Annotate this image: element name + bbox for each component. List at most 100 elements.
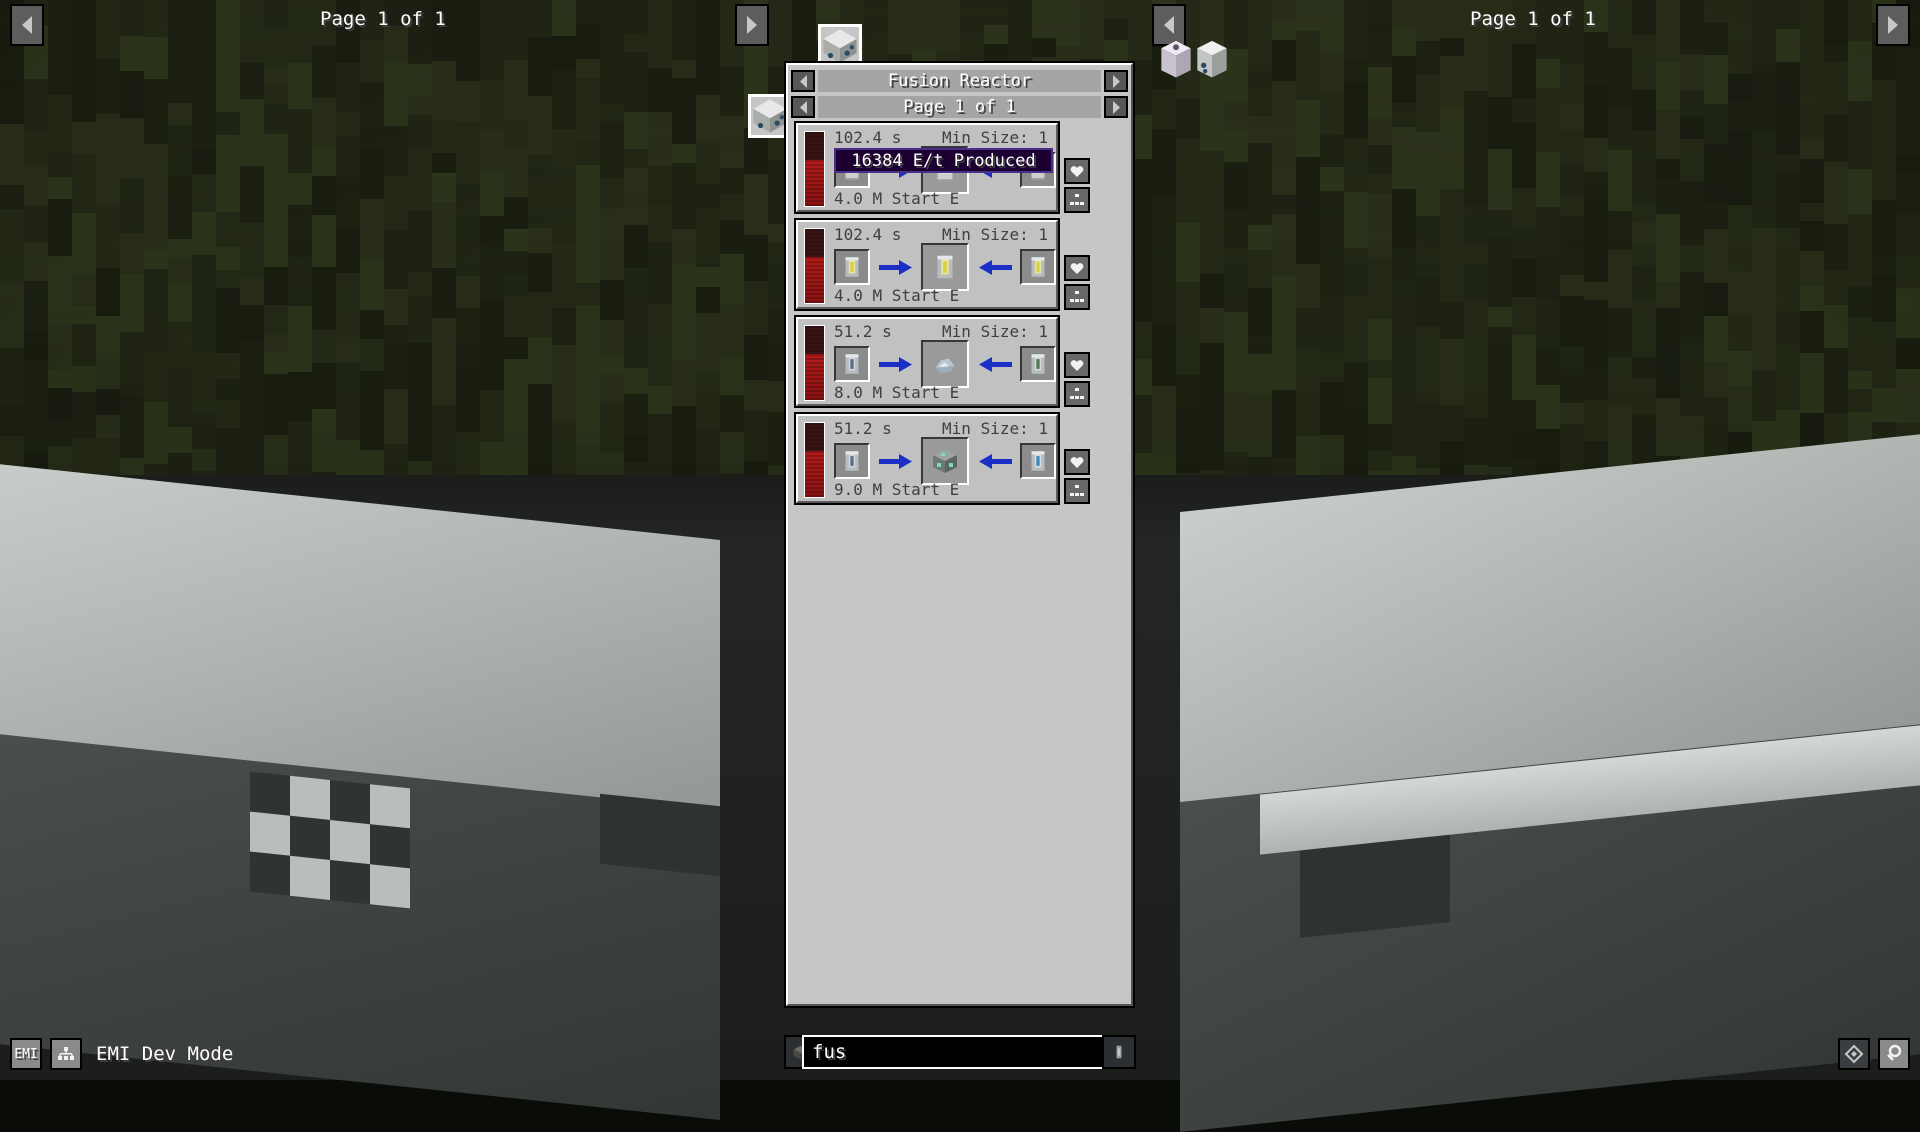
recipe-slot-row xyxy=(834,248,1056,286)
arrow-left-icon xyxy=(978,259,1012,275)
energy-bar xyxy=(804,422,825,498)
diamond-filter-button[interactable] xyxy=(1838,1038,1870,1070)
emi-button[interactable]: EMI xyxy=(10,1038,42,1070)
category-next-button[interactable] xyxy=(1104,70,1128,92)
recipe-start-energy: 8.0 M Start E xyxy=(834,383,959,402)
recipe-tree-button[interactable] xyxy=(1064,381,1090,407)
recipe-side-buttons xyxy=(1064,449,1090,504)
recipe-time: 51.2 s xyxy=(834,322,892,341)
page-prev-button[interactable] xyxy=(791,96,815,118)
blue-cell-item xyxy=(839,351,865,377)
fusion-reactor-block xyxy=(751,97,789,135)
heart-icon xyxy=(1070,456,1084,469)
chevron-left-icon xyxy=(798,100,809,115)
bottom-left-toolbar: EMI EMI Dev Mode xyxy=(10,1038,233,1070)
machine-vent-left xyxy=(600,794,720,877)
energy-produced-tooltip: 16384 E/t Produced xyxy=(834,148,1053,173)
search-input[interactable]: fus xyxy=(802,1035,1118,1069)
recipe-time: 51.2 s xyxy=(834,419,892,438)
world-right-next-page-button[interactable] xyxy=(1876,4,1910,46)
recipe-card[interactable]: 51.2 s Min Size: 1 xyxy=(796,414,1058,503)
recipe-favorite-button[interactable] xyxy=(1064,449,1090,475)
world-left-page-label: Page 1 of 1 xyxy=(320,8,446,30)
recipe-input-slot-left[interactable] xyxy=(834,249,870,285)
recipe-page-title: Page 1 of 1 xyxy=(818,96,1101,118)
recipe-input-slot-right[interactable] xyxy=(1020,443,1056,479)
hierarchy-icon xyxy=(56,1045,76,1063)
recipe-tree-button[interactable] xyxy=(1064,187,1090,213)
recipe-input-slot-left[interactable] xyxy=(834,346,870,382)
chevron-right-icon xyxy=(1886,15,1900,35)
recipe-page-nav: Page 1 of 1 xyxy=(788,94,1131,120)
floating-item-fusion-reactor-top[interactable] xyxy=(818,24,862,68)
world-left-prev-page-button[interactable] xyxy=(10,4,44,46)
diamond-icon xyxy=(1843,1043,1865,1065)
recipe-output-slot[interactable] xyxy=(921,340,969,388)
floating-item-right-2[interactable] xyxy=(1192,36,1236,80)
recipe-tree-icon xyxy=(1069,193,1085,207)
recipe-output-slot[interactable] xyxy=(921,243,969,291)
recipe-favorite-button[interactable] xyxy=(1064,255,1090,281)
recipe-min-size: Min Size: 1 xyxy=(942,419,1048,438)
page-next-button[interactable] xyxy=(1104,96,1128,118)
recipe-card[interactable]: 51.2 s Min Size: 1 xyxy=(796,317,1058,406)
green-cell-item xyxy=(1025,351,1051,377)
recipe-side-buttons xyxy=(1064,255,1090,310)
yellow-cell-item xyxy=(1025,254,1051,280)
bottom-right-toolbar xyxy=(1838,1038,1910,1070)
energy-bar xyxy=(804,228,825,304)
recipe-favorite-button[interactable] xyxy=(1064,352,1090,378)
recipe-card[interactable]: 102.4 s Min Size: 1 xyxy=(796,220,1058,309)
recipe-category-nav: Fusion Reactor xyxy=(788,68,1131,94)
arrow-right-container xyxy=(870,259,921,275)
chevron-right-icon xyxy=(1111,100,1122,115)
recipe-min-size: Min Size: 1 xyxy=(942,225,1048,244)
recipe-start-energy: 4.0 M Start E xyxy=(834,189,959,208)
cell-item xyxy=(1109,1042,1129,1062)
search-toggle-button[interactable] xyxy=(1878,1038,1910,1070)
energy-bar xyxy=(804,131,825,207)
recipe-time: 102.4 s xyxy=(834,225,901,244)
recipe-start-energy: 9.0 M Start E xyxy=(834,480,959,499)
yellow-cell-item xyxy=(839,254,865,280)
recipe-input-slot-left[interactable] xyxy=(834,443,870,479)
emi-tree-button[interactable] xyxy=(50,1038,82,1070)
white-pillar-block xyxy=(1156,36,1196,80)
diamond-ore-block xyxy=(929,445,961,477)
recipe-tree-icon xyxy=(1069,387,1085,401)
chevron-left-icon xyxy=(20,15,34,35)
chevron-right-icon xyxy=(745,15,759,35)
recipe-input-slot-right[interactable] xyxy=(1020,346,1056,382)
heart-icon xyxy=(1070,359,1084,372)
recipe-favorite-button[interactable] xyxy=(1064,158,1090,184)
arrow-left-container xyxy=(969,259,1020,275)
chevron-left-icon xyxy=(798,74,809,89)
chevron-left-icon xyxy=(1162,15,1176,35)
machine-face-checker-left xyxy=(250,772,410,909)
recipe-output-slot[interactable] xyxy=(921,437,969,485)
recipe-min-size: Min Size: 1 xyxy=(942,128,1048,147)
world-right-page-label: Page 1 of 1 xyxy=(1470,8,1596,30)
silver-dust-item xyxy=(930,349,960,379)
search-right-slot[interactable] xyxy=(1102,1035,1136,1069)
recipe-input-slot-right[interactable] xyxy=(1020,249,1056,285)
recipe-min-size: Min Size: 1 xyxy=(942,322,1048,341)
recipe-side-buttons xyxy=(1064,352,1090,407)
recipe-tree-icon xyxy=(1069,484,1085,498)
chevron-right-icon xyxy=(1111,74,1122,89)
blue-cell-item xyxy=(839,448,865,474)
recipe-card[interactable]: 102.4 s Min Size: 1 xyxy=(796,123,1058,212)
recipe-time: 102.4 s xyxy=(834,128,901,147)
category-prev-button[interactable] xyxy=(791,70,815,92)
search-bar-container: fus xyxy=(784,1032,1136,1072)
recipe-tree-button[interactable] xyxy=(1064,478,1090,504)
recipe-tree-button[interactable] xyxy=(1064,284,1090,310)
energy-bar xyxy=(804,325,825,401)
world-left-next-page-button[interactable] xyxy=(735,4,769,46)
arrow-right-container xyxy=(870,453,921,469)
recipe-side-buttons xyxy=(1064,158,1090,213)
dev-mode-label: EMI Dev Mode xyxy=(96,1043,233,1065)
recipe-slot-row xyxy=(834,345,1056,383)
arrow-right-icon xyxy=(879,356,913,372)
arrow-right-icon xyxy=(879,453,913,469)
